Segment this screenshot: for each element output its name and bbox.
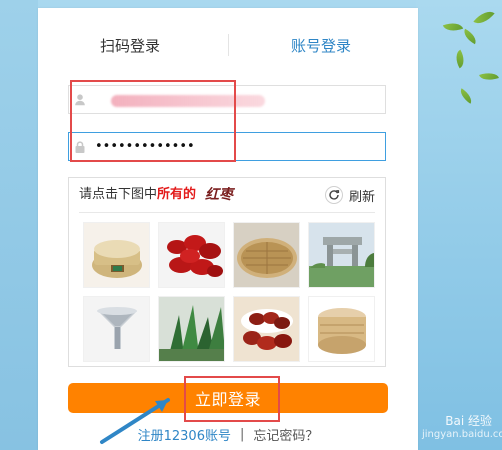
- captcha-image-steamer[interactable]: [83, 222, 150, 288]
- username-field[interactable]: [68, 85, 386, 114]
- captcha-image-funnel[interactable]: [83, 296, 150, 362]
- login-links: 注册12306账号 | 忘记密码？: [38, 423, 418, 445]
- leaf-decoration: [460, 28, 480, 45]
- user-icon: [69, 86, 91, 113]
- captcha-image-stone-gate[interactable]: [308, 222, 375, 288]
- captcha-instruction-prefix: 请点击下图中: [79, 187, 158, 202]
- captcha-image-grid: [83, 222, 375, 362]
- background-left: [0, 0, 38, 450]
- captcha-image-red-dates[interactable]: [158, 222, 225, 288]
- background-right: [416, 0, 502, 450]
- baidu-watermark: Bai 经验 jingyan.baidu.com: [422, 412, 502, 440]
- leaf-decoration: [457, 88, 475, 104]
- leaf-decoration: [479, 69, 499, 84]
- captcha-panel: 请点击下图中所有的 红枣 刷新: [68, 177, 386, 367]
- leaf-decoration: [442, 19, 464, 35]
- link-separator: |: [239, 426, 245, 442]
- tab-divider: [228, 34, 229, 56]
- arrow-icon: [100, 398, 170, 444]
- password-input[interactable]: [91, 133, 385, 160]
- captcha-image-bamboo-steamer[interactable]: [233, 222, 300, 288]
- login-card: 扫码登录 账号登录 请点击下图中所有的 红枣: [38, 8, 418, 450]
- password-field[interactable]: [68, 132, 386, 161]
- login-tabs: 扫码登录 账号登录: [38, 8, 418, 84]
- captcha-image-steamer-round[interactable]: [308, 296, 375, 362]
- leaf-decoration: [473, 6, 495, 29]
- blurred-username: [111, 95, 265, 107]
- watermark-domain: jingyan.baidu.com: [422, 429, 502, 440]
- watermark-brand: Bai 经验: [445, 414, 492, 428]
- tab-account-login[interactable]: 账号登录: [291, 34, 351, 58]
- captcha-divider: [79, 212, 375, 213]
- forgot-password-link[interactable]: 忘记密码？: [253, 425, 318, 444]
- captcha-instruction-strong: 所有的: [157, 187, 197, 202]
- refresh-label: 刷新: [348, 189, 375, 205]
- refresh-icon: [324, 186, 343, 204]
- captcha-refresh-button[interactable]: 刷新: [324, 186, 375, 205]
- captcha-instruction: 请点击下图中所有的: [79, 186, 196, 204]
- leaf-decoration: [451, 49, 469, 69]
- captcha-image-jujube-bowl[interactable]: [233, 296, 300, 362]
- captcha-target-word: 红枣: [205, 187, 233, 203]
- lock-icon: [69, 133, 91, 160]
- tab-qr-login[interactable]: 扫码登录: [100, 34, 160, 58]
- captcha-image-plants[interactable]: [158, 296, 225, 362]
